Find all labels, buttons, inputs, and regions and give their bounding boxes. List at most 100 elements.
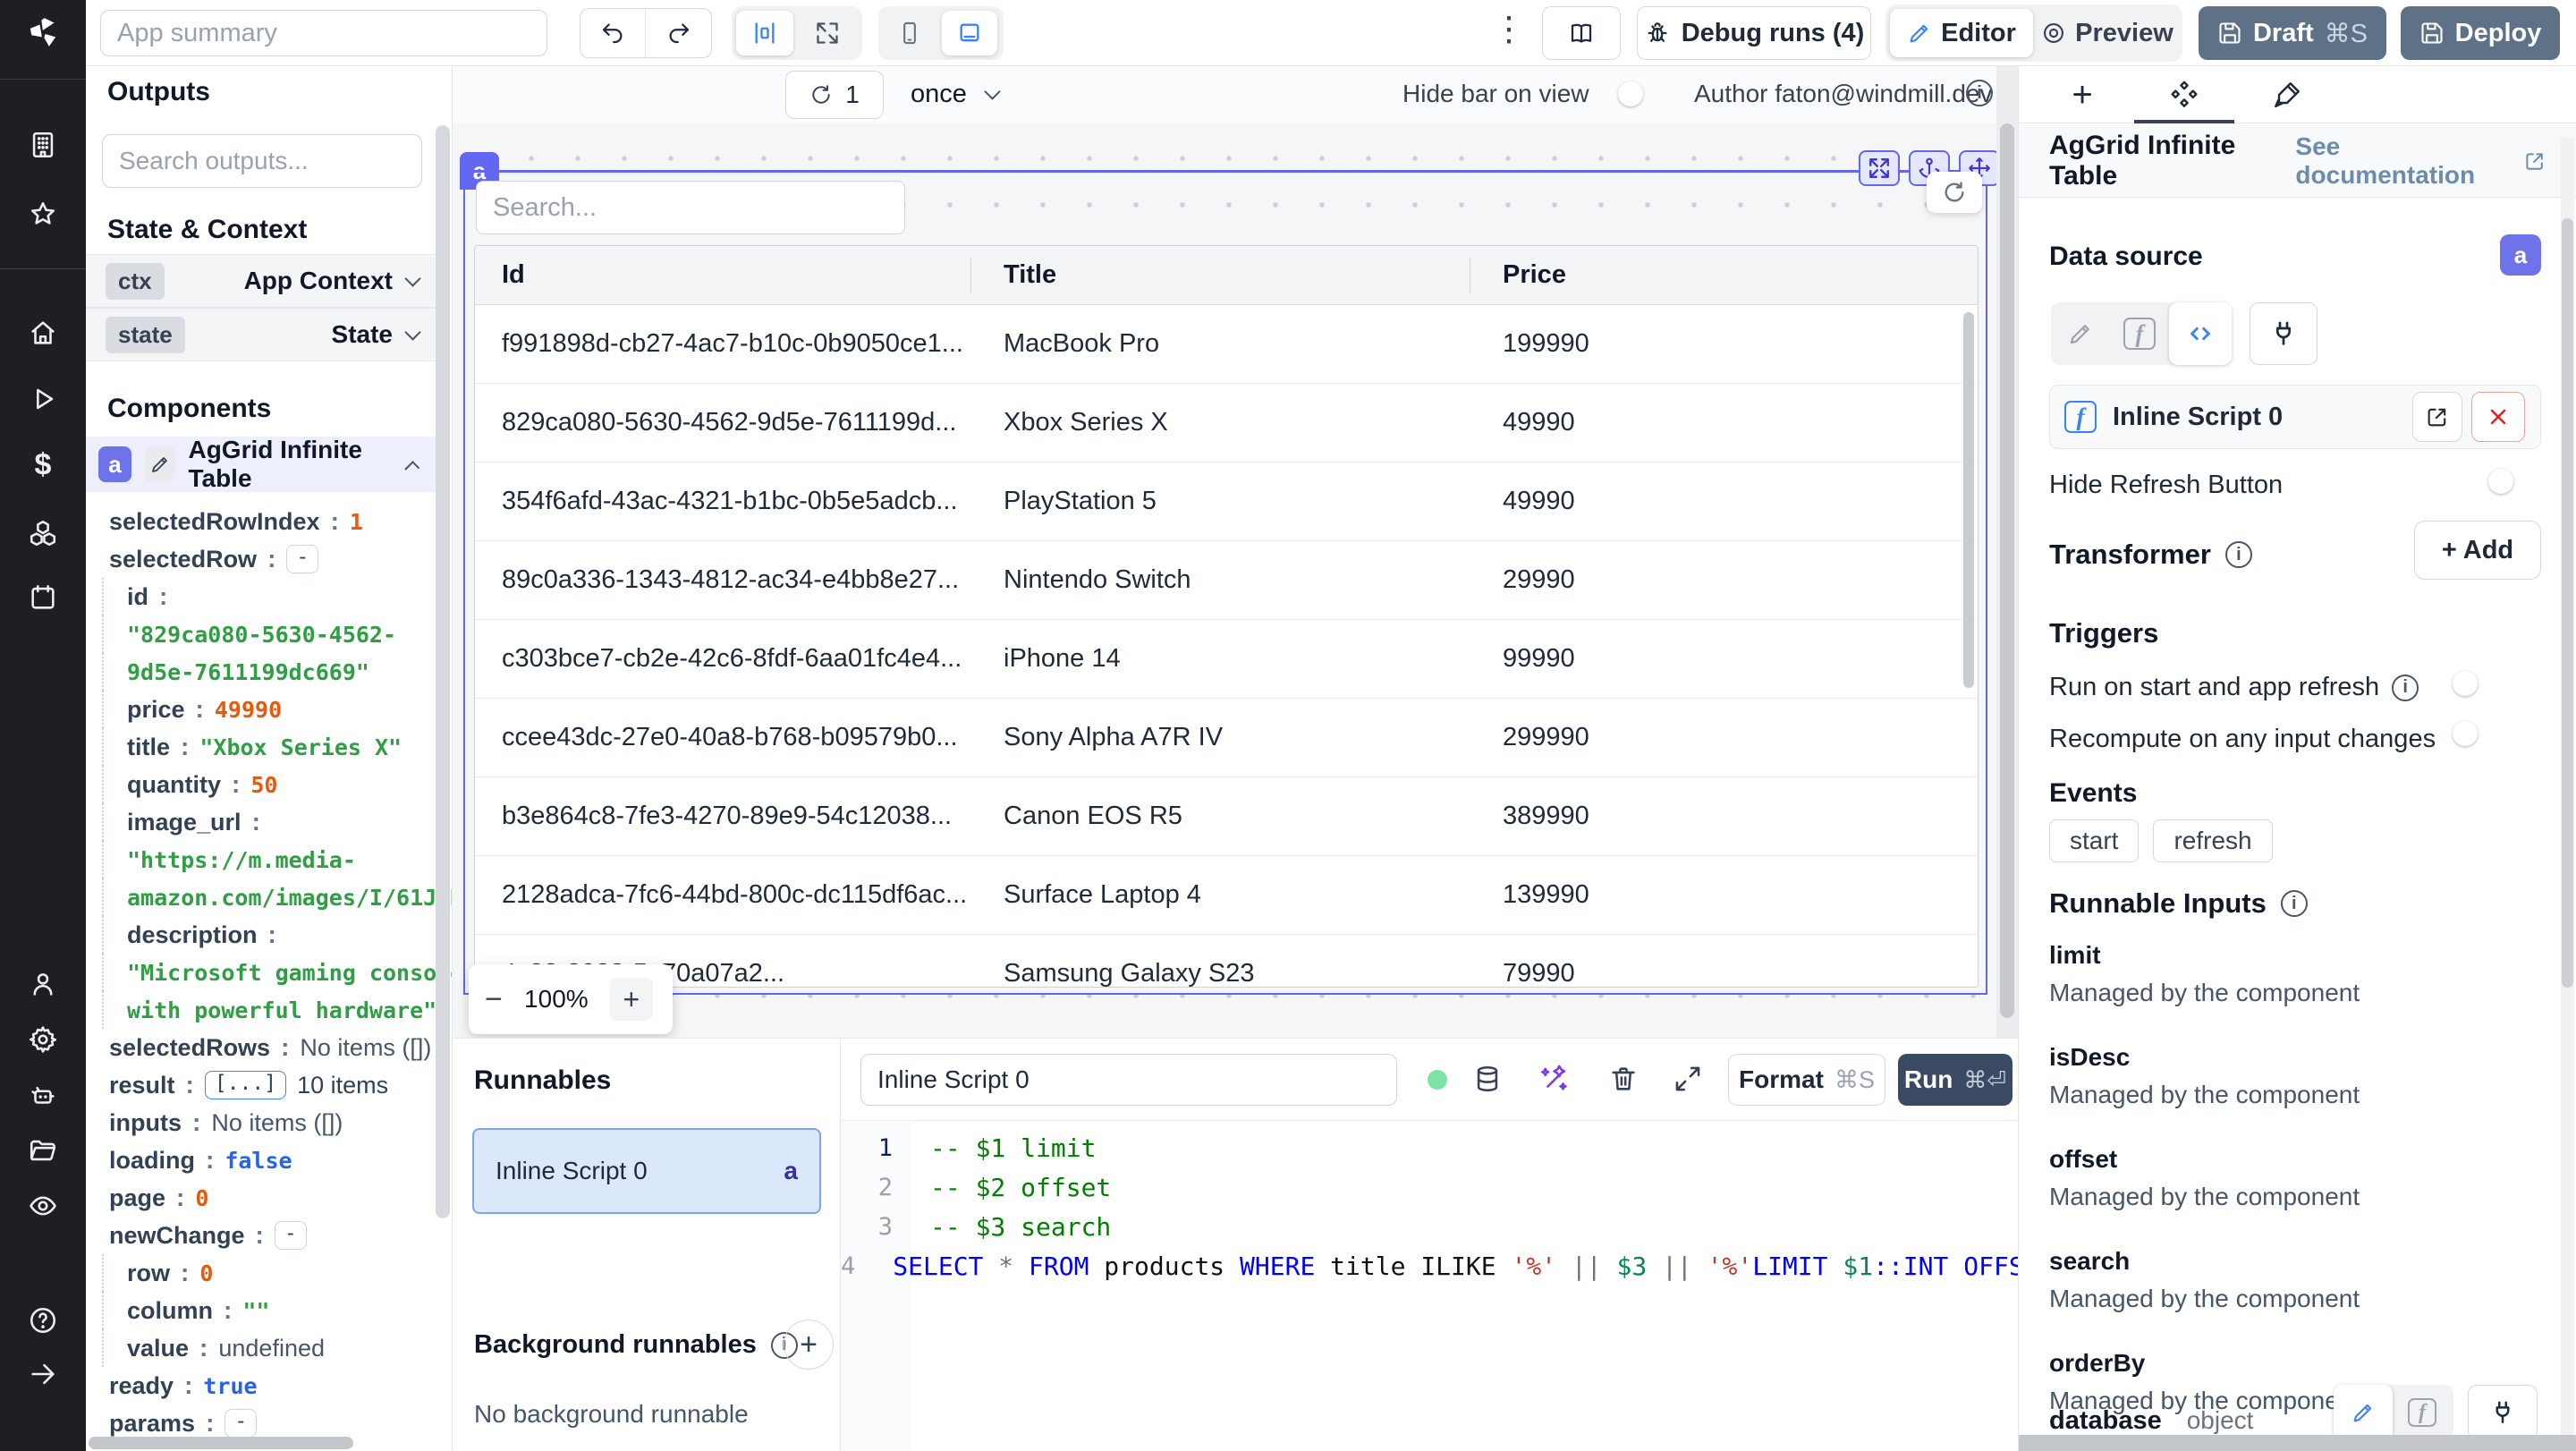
output-tree-row[interactable]: description : (102, 916, 438, 954)
output-tree-row[interactable]: column : "" (102, 1292, 438, 1329)
tab-preview[interactable]: Preview (2037, 9, 2178, 57)
table-vertical-scrollbar[interactable] (1963, 312, 1974, 688)
runs-icon[interactable] (28, 384, 58, 414)
output-tree-row[interactable]: : "829ca080-5630-4562- (102, 615, 438, 653)
deploy-button[interactable]: Deploy (2401, 6, 2560, 60)
debug-runs-button[interactable]: Debug runs (4) (1637, 6, 1871, 60)
delete-script-icon[interactable] (1608, 1064, 1639, 1094)
table-row[interactable]: f991898d-cb27-4ac7-b10c-0b9050ce1... Mac… (475, 305, 1978, 384)
workspace-icon[interactable] (28, 130, 58, 160)
collapse-rail-icon[interactable] (28, 1359, 58, 1389)
output-tree-row[interactable]: price : 49990 (102, 691, 438, 728)
table-row[interactable]: 829ca080-5630-4562-9d5e-7611199d... Xbox… (475, 384, 1978, 462)
windmill-logo-icon[interactable] (25, 14, 61, 50)
output-tree-row[interactable]: newChange : - (86, 1217, 438, 1254)
database-connect-button[interactable] (2468, 1385, 2538, 1440)
output-tree-row[interactable]: row : 0 (102, 1254, 438, 1292)
component-row-aggrid[interactable]: a AgGrid Infinite Table (86, 436, 438, 492)
format-button[interactable]: Format ⌘S (1728, 1054, 1885, 1106)
table-row[interactable]: 4c83-8022-5e70a07a2... Samsung Galaxy S2… (475, 935, 1978, 987)
info-icon[interactable]: i (2280, 890, 2308, 917)
table-row[interactable]: b3e864c8-7fe3-4270-89e9-54c12038... Cano… (475, 777, 1978, 856)
output-tree-row[interactable]: value : undefined (102, 1329, 438, 1367)
insert-component-tab[interactable]: + (2061, 73, 2104, 116)
ai-assistant-icon[interactable] (1540, 1064, 1571, 1094)
table-row[interactable]: c303bce7-cb2e-42c6-8fdf-6aa01fc4e4... iP… (475, 620, 1978, 699)
search-outputs-input[interactable] (102, 134, 422, 188)
database-template-button[interactable]: f (2393, 1385, 2452, 1440)
table-row[interactable]: 354f6afd-43ac-4321-b1bc-0b5e5adcb... Pla… (475, 462, 1978, 541)
more-options-menu[interactable]: ⋮ (1492, 13, 1526, 47)
javascript-mode-button[interactable] (2169, 302, 2232, 365)
undo-button[interactable] (580, 9, 646, 57)
output-tree-row[interactable]: page : 0 (86, 1179, 438, 1217)
open-script-button[interactable] (2412, 392, 2462, 442)
table-row[interactable]: 89c0a336-1343-4812-ac34-e4bb8e27... Nint… (475, 541, 1978, 620)
users-icon[interactable] (28, 969, 58, 999)
favorites-icon[interactable] (28, 199, 58, 230)
database-icon[interactable] (1472, 1064, 1503, 1094)
expand-toggle-box[interactable]: - (286, 545, 319, 573)
output-tree-row[interactable]: title : "Xbox Series X" (102, 728, 438, 766)
workers-icon[interactable] (28, 1080, 58, 1110)
edit-component-id-icon[interactable] (144, 446, 176, 482)
settings-tab[interactable] (2163, 73, 2206, 116)
desktop-preview-button[interactable] (942, 11, 997, 55)
event-chip[interactable]: refresh (2153, 819, 2273, 862)
ctx-row[interactable]: ctx App Context (86, 254, 438, 308)
centered-layout-button[interactable] (736, 11, 793, 55)
column-header-id[interactable]: Id (475, 257, 971, 293)
settings-scrollbar-thumb[interactable] (2562, 218, 2573, 988)
folders-icon[interactable] (28, 1135, 58, 1166)
see-documentation-link[interactable]: See documentation (2295, 132, 2546, 190)
output-tree-row[interactable]: : with powerful hardware" (102, 991, 438, 1029)
remove-script-button[interactable] (2471, 392, 2525, 442)
schedule-select[interactable]: once (911, 80, 1001, 109)
run-button[interactable]: Run ⌘⏎ (1898, 1054, 2012, 1106)
output-tree-row[interactable]: image_url : (102, 803, 438, 841)
output-tree-row[interactable]: loading : false (86, 1141, 438, 1179)
output-tree-row[interactable]: selectedRow : - (86, 540, 438, 578)
variables-icon[interactable]: $ (35, 448, 52, 483)
output-tree-row[interactable]: : "https://m.media- (102, 841, 438, 878)
runnable-item-inline-script-0[interactable]: Inline Script 0 a (472, 1128, 821, 1214)
expand-component-button[interactable] (1859, 150, 1900, 186)
docs-button[interactable] (1542, 6, 1621, 60)
output-tree-row[interactable]: : 9d5e-7611199dc669" (102, 653, 438, 691)
script-name-input[interactable] (860, 1054, 1397, 1106)
database-static-button[interactable] (2334, 1385, 2393, 1440)
help-icon[interactable] (28, 1305, 58, 1336)
output-tree-row[interactable]: : amazon.com/images/I/61JGKho (102, 878, 452, 916)
app-canvas[interactable]: a Id Title Price f991898d-cb27-4ac7-b10c… (453, 123, 1996, 1038)
output-tree-row[interactable]: inputs : No items ([]) (86, 1104, 438, 1141)
output-tree-row[interactable]: result : [...] 10 items (86, 1066, 438, 1104)
expand-toggle-box[interactable]: - (274, 1221, 307, 1250)
audit-logs-icon[interactable] (28, 1191, 58, 1221)
home-icon[interactable] (28, 318, 58, 348)
output-tree-row[interactable]: ready : true (86, 1367, 438, 1404)
expand-toggle-box[interactable]: - (225, 1409, 258, 1438)
styling-tab[interactable] (2266, 73, 2309, 116)
table-refresh-button[interactable] (1927, 172, 1982, 213)
mobile-preview-button[interactable] (883, 11, 936, 55)
add-transformer-button[interactable]: + Add (2414, 521, 2541, 580)
info-icon[interactable]: i (1966, 80, 1993, 106)
outputs-horizontal-scrollbar[interactable] (89, 1437, 353, 1449)
add-background-runnable-button[interactable]: + (784, 1319, 834, 1370)
info-icon[interactable]: i (2392, 674, 2419, 701)
state-row[interactable]: state State (86, 308, 438, 361)
tab-editor[interactable]: Editor (1890, 9, 2033, 57)
connect-mode-button[interactable] (2250, 302, 2318, 365)
settings-horizontal-scrollbar[interactable] (2019, 1435, 2576, 1451)
resources-icon[interactable] (28, 518, 58, 548)
table-row[interactable]: 2128adca-7fc6-44bd-800c-dc115df6ac... Su… (475, 856, 1978, 935)
refresh-count-button[interactable]: 1 (785, 71, 884, 119)
zoom-out-button[interactable]: − (485, 982, 503, 1017)
schedules-icon[interactable] (28, 582, 58, 613)
table-row[interactable]: ccee43dc-27e0-40a8-b768-b09579b0... Sony… (475, 699, 1978, 777)
info-icon[interactable]: i (2224, 541, 2252, 568)
outputs-vertical-scrollbar[interactable] (436, 125, 450, 1218)
expand-toggle-box[interactable]: [...] (204, 1071, 287, 1099)
app-summary-input[interactable] (100, 10, 547, 56)
chevron-up-icon[interactable] (403, 460, 419, 476)
